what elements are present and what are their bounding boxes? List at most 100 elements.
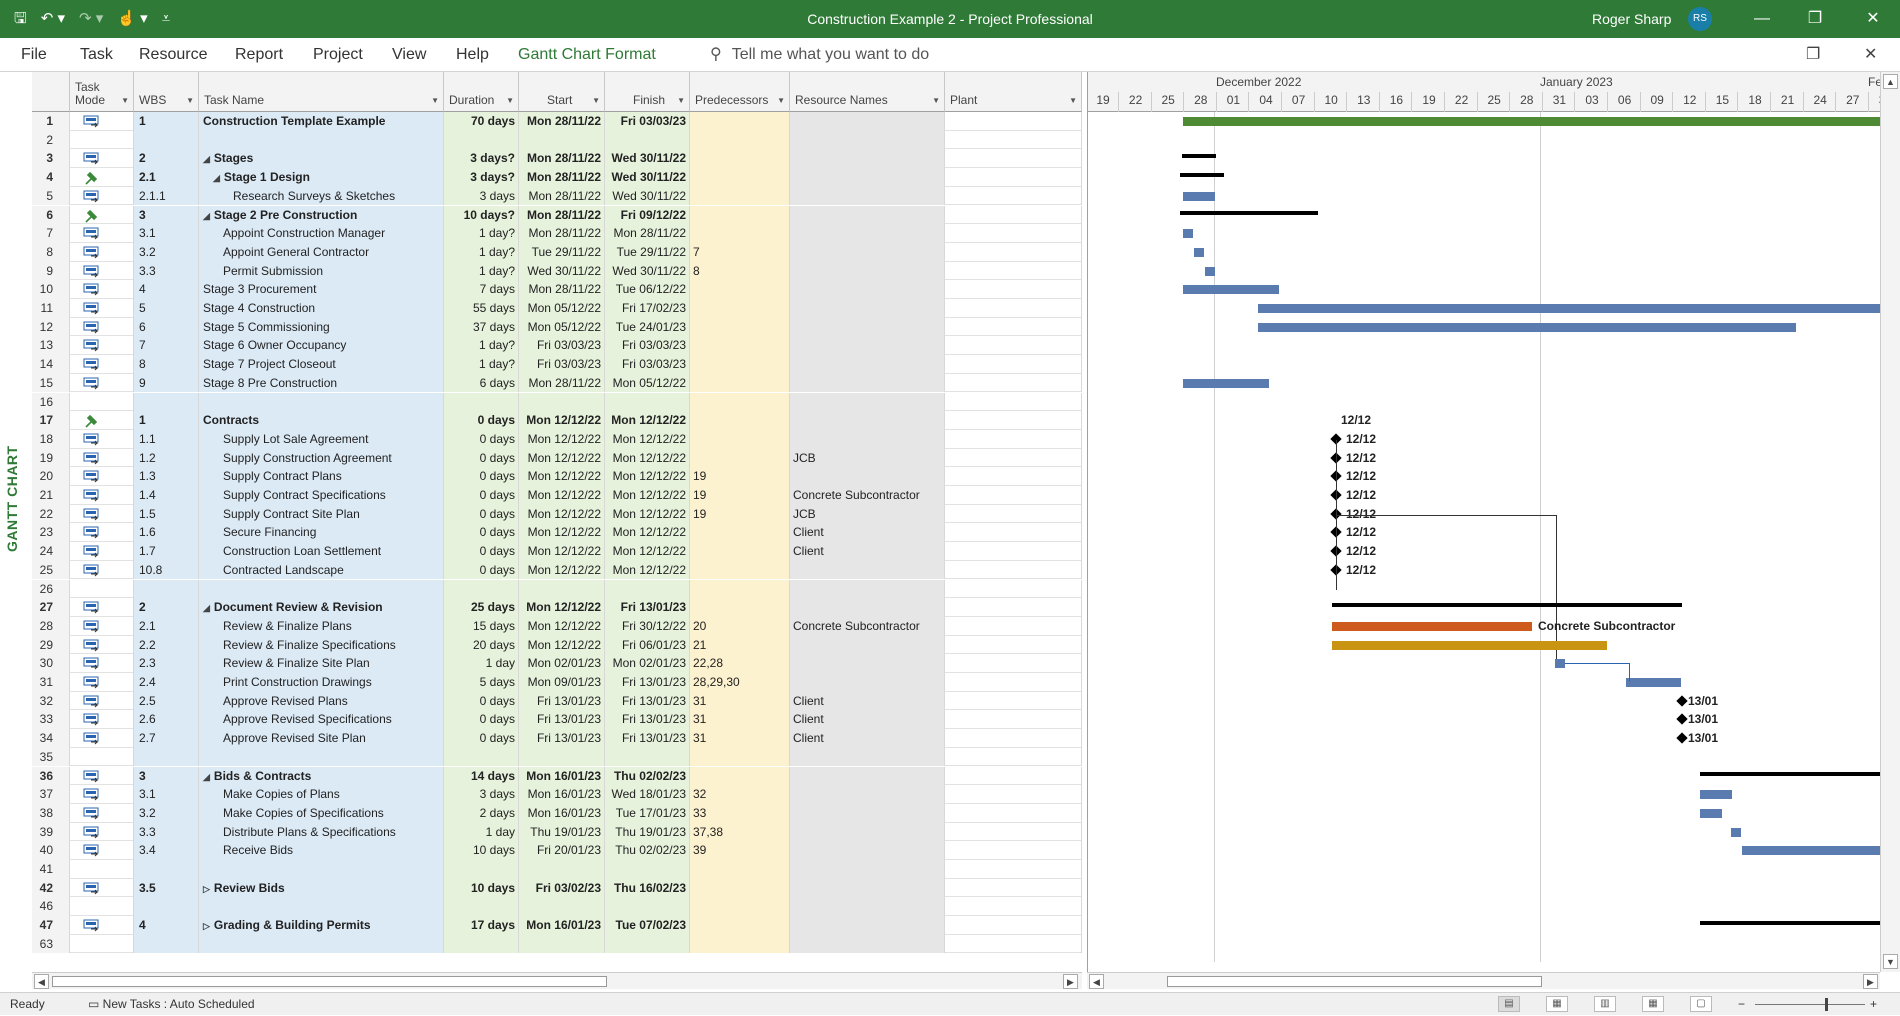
predecessors-cell[interactable] bbox=[690, 542, 790, 561]
predecessors-cell[interactable] bbox=[690, 224, 790, 243]
predecessors-cell[interactable] bbox=[690, 205, 790, 225]
resource-cell[interactable]: JCB bbox=[790, 448, 945, 468]
table-row[interactable]: 14 8 Stage 7 Project Closeout 1 day? Fri 03/… bbox=[32, 355, 1082, 374]
plant-cell[interactable] bbox=[945, 598, 1082, 617]
row-id[interactable]: 35 bbox=[32, 747, 70, 767]
duration-cell[interactable]: 0 days bbox=[444, 729, 519, 748]
wbs-cell[interactable] bbox=[134, 579, 199, 599]
predecessors-cell[interactable] bbox=[690, 355, 790, 374]
table-row[interactable]: 4 2.1 ◢ Stage 1 Design 3 days? Mon 28/11/22 We… bbox=[32, 168, 1082, 187]
scroll-thumb[interactable] bbox=[52, 976, 607, 987]
vertical-scrollbar[interactable]: ▲ ▼ bbox=[1880, 72, 1900, 972]
resource-cell[interactable] bbox=[790, 579, 945, 599]
summary-bar[interactable] bbox=[1332, 603, 1682, 608]
resource-cell[interactable] bbox=[790, 803, 945, 823]
zoom-out-icon[interactable]: − bbox=[1738, 993, 1745, 1016]
resource-cell[interactable] bbox=[790, 149, 945, 169]
chevron-down-icon[interactable]: ▼ bbox=[1069, 96, 1077, 105]
wbs-cell[interactable]: 1.2 bbox=[134, 448, 199, 468]
task-name-cell[interactable]: Review & Finalize Specifications bbox=[199, 635, 444, 655]
resource-cell[interactable] bbox=[790, 205, 945, 225]
row-id[interactable]: 13 bbox=[32, 336, 70, 356]
resource-cell[interactable]: Client bbox=[790, 691, 945, 711]
predecessors-cell[interactable]: 31 bbox=[690, 691, 790, 711]
task-mode-cell[interactable] bbox=[70, 355, 134, 374]
row-id[interactable]: 42 bbox=[32, 878, 70, 898]
resource-cell[interactable] bbox=[790, 224, 945, 243]
duration-cell[interactable]: 3 days? bbox=[444, 149, 519, 169]
task-name-cell[interactable]: Stage 5 Commissioning bbox=[199, 317, 444, 337]
table-row[interactable]: 13 7 Stage 6 Owner Occupancy 1 day? Fri 03/0… bbox=[32, 336, 1082, 356]
scroll-right-icon[interactable]: ▶ bbox=[1063, 974, 1078, 989]
finish-cell[interactable]: Fri 13/01/23 bbox=[605, 598, 690, 617]
task-bar[interactable] bbox=[1700, 790, 1732, 800]
table-row[interactable]: 27 2 ◢ Document Review & Revision 25 days Mon… bbox=[32, 598, 1082, 617]
dependency-line[interactable] bbox=[1336, 514, 1556, 516]
row-id[interactable]: 34 bbox=[32, 729, 70, 748]
wbs-cell[interactable]: 2.7 bbox=[134, 729, 199, 748]
wbs-cell[interactable]: 3 bbox=[134, 205, 199, 225]
plant-cell[interactable] bbox=[945, 355, 1082, 374]
task-name-cell[interactable]: Supply Contract Plans bbox=[199, 467, 444, 486]
plant-cell[interactable] bbox=[945, 654, 1082, 673]
table-row[interactable]: 25 10.8 Contracted Landscape 0 days Mon 12/1… bbox=[32, 560, 1082, 580]
gantt-horizontal-scrollbar[interactable]: ◀ ▶ bbox=[1087, 972, 1880, 989]
start-cell[interactable]: Mon 16/01/23 bbox=[519, 916, 605, 935]
start-cell[interactable]: Mon 28/11/22 bbox=[519, 186, 605, 206]
duration-cell[interactable]: 37 days bbox=[444, 317, 519, 337]
duration-cell[interactable]: 0 days bbox=[444, 710, 519, 730]
table-row[interactable]: 15 9 Stage 8 Pre Construction 6 days Mon 28/… bbox=[32, 373, 1082, 393]
predecessors-cell[interactable]: 19 bbox=[690, 504, 790, 524]
header-select-all[interactable] bbox=[32, 72, 70, 112]
task-mode-cell[interactable] bbox=[70, 841, 134, 860]
menu-project[interactable]: Project bbox=[313, 38, 363, 72]
wbs-cell[interactable]: 2.4 bbox=[134, 673, 199, 692]
finish-cell[interactable] bbox=[605, 579, 690, 599]
resource-cell[interactable] bbox=[790, 635, 945, 655]
task-name-cell[interactable]: Stage 4 Construction bbox=[199, 299, 444, 318]
row-id[interactable]: 26 bbox=[32, 579, 70, 599]
start-cell[interactable]: Fri 03/03/23 bbox=[519, 355, 605, 374]
wbs-cell[interactable]: 1.1 bbox=[134, 429, 199, 449]
row-id[interactable]: 6 bbox=[32, 205, 70, 225]
resource-cell[interactable] bbox=[790, 280, 945, 299]
wbs-cell[interactable]: 5 bbox=[134, 299, 199, 318]
finish-cell[interactable]: Tue 24/01/23 bbox=[605, 317, 690, 337]
start-cell[interactable]: Thu 19/01/23 bbox=[519, 822, 605, 842]
task-mode-cell[interactable] bbox=[70, 224, 134, 243]
start-cell[interactable]: Mon 12/12/22 bbox=[519, 542, 605, 561]
row-id[interactable]: 22 bbox=[32, 504, 70, 524]
task-name-cell[interactable]: Supply Contract Site Plan bbox=[199, 504, 444, 524]
start-cell[interactable] bbox=[519, 130, 605, 150]
finish-cell[interactable] bbox=[605, 747, 690, 767]
duration-cell[interactable] bbox=[444, 579, 519, 599]
task-name-cell[interactable]: Approve Revised Plans bbox=[199, 691, 444, 711]
finish-cell[interactable]: Tue 17/01/23 bbox=[605, 803, 690, 823]
table-row[interactable]: 9 3.3 Permit Submission 1 day? Wed 30/11/22 W… bbox=[32, 261, 1082, 281]
wbs-cell[interactable] bbox=[134, 392, 199, 412]
task-bar[interactable] bbox=[1258, 322, 1796, 332]
predecessors-cell[interactable]: 31 bbox=[690, 729, 790, 748]
wbs-cell[interactable]: 4 bbox=[134, 280, 199, 299]
task-name-cell[interactable]: Review & Finalize Plans bbox=[199, 616, 444, 636]
resource-cell[interactable] bbox=[790, 317, 945, 337]
duration-cell[interactable]: 0 days bbox=[444, 411, 519, 430]
header-predecessors[interactable]: Predecessors ▼ bbox=[690, 72, 790, 112]
predecessors-cell[interactable] bbox=[690, 392, 790, 412]
scroll-left-icon[interactable]: ◀ bbox=[1089, 974, 1104, 989]
duration-cell[interactable]: 0 days bbox=[444, 467, 519, 486]
resource-cell[interactable]: Concrete Subcontractor bbox=[790, 486, 945, 505]
duration-cell[interactable]: 3 days? bbox=[444, 168, 519, 187]
resource-cell[interactable] bbox=[790, 560, 945, 580]
duration-cell[interactable]: 3 days bbox=[444, 186, 519, 206]
table-row[interactable]: 19 1.2 Supply Construction Agreement 0 days… bbox=[32, 448, 1082, 468]
duration-cell[interactable]: 0 days bbox=[444, 429, 519, 449]
task-mode-cell[interactable] bbox=[70, 635, 134, 655]
task-bar[interactable] bbox=[1332, 640, 1607, 650]
wbs-cell[interactable] bbox=[134, 897, 199, 917]
row-id[interactable]: 63 bbox=[32, 934, 70, 954]
task-name-cell[interactable]: Stage 6 Owner Occupancy bbox=[199, 336, 444, 356]
table-row[interactable]: 6 3 ◢ Stage 2 Pre Construction 10 days? Mon 2… bbox=[32, 205, 1082, 225]
table-row[interactable]: 18 1.1 Supply Lot Sale Agreement 0 days Mon … bbox=[32, 429, 1082, 449]
duration-cell[interactable]: 6 days bbox=[444, 373, 519, 393]
